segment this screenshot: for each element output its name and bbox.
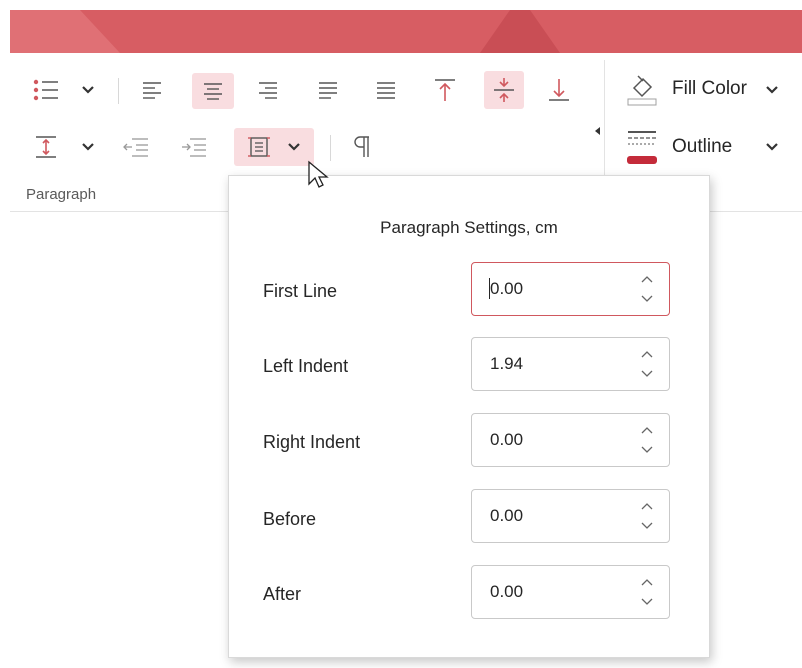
after-spinner[interactable]: 0.00 (471, 565, 670, 619)
line-spacing-dropdown[interactable] (80, 139, 96, 155)
mouse-pointer-icon (308, 160, 329, 188)
align-middle-button[interactable] (484, 71, 524, 109)
separator (330, 135, 331, 161)
bullet-list-icon (33, 79, 58, 101)
distribute-icon (377, 82, 395, 99)
show-formatting-button[interactable] (348, 134, 376, 160)
fill-color-button-icon[interactable] (624, 70, 660, 106)
left-indent-value[interactable]: 1.94 (490, 354, 523, 374)
decrease-indent-icon (123, 138, 148, 157)
spinner-arrows-icon[interactable] (639, 272, 655, 308)
popup-title: Paragraph Settings, cm (380, 218, 558, 237)
distribute-button[interactable] (374, 79, 398, 101)
spinner-arrows-icon[interactable] (639, 499, 655, 535)
first-line-label: First Line (263, 281, 338, 301)
left-indent-label: Left Indent (263, 356, 349, 376)
spinner-arrows-icon[interactable] (639, 575, 655, 611)
left-indent-spinner[interactable]: 1.94 (471, 337, 670, 391)
separator (118, 78, 119, 104)
outline-dropdown[interactable] (764, 139, 780, 155)
spinner-arrows-icon[interactable] (639, 347, 655, 383)
chevron-down-icon (288, 143, 300, 151)
line-spacing-button[interactable] (34, 134, 58, 160)
increase-indent-icon (182, 138, 206, 157)
outline-icon (627, 131, 657, 164)
align-bottom-button[interactable] (546, 76, 572, 104)
justify-icon (319, 82, 337, 99)
align-center-icon (204, 83, 222, 100)
paint-bucket-icon (627, 75, 657, 106)
before-spinner[interactable]: 0.00 (471, 489, 670, 543)
text-caret (489, 278, 490, 299)
paragraph-settings-popup: Paragraph Settings, cm First Line 0.00 L… (228, 175, 710, 658)
bullet-list-button[interactable] (32, 77, 60, 103)
align-left-icon (143, 82, 161, 99)
chevron-down-icon (766, 86, 778, 94)
align-top-icon (435, 79, 455, 101)
caret-left-icon (595, 127, 600, 135)
after-label: After (263, 584, 302, 604)
title-bar (10, 10, 802, 53)
align-top-button[interactable] (432, 76, 458, 104)
group-label-paragraph: Paragraph (26, 186, 97, 203)
after-value[interactable]: 0.00 (490, 582, 523, 602)
chevron-down-icon (82, 143, 94, 151)
right-indent-label: Right Indent (263, 432, 361, 452)
right-indent-spinner[interactable]: 0.00 (471, 413, 670, 467)
align-right-button[interactable] (256, 79, 280, 101)
pilcrow-icon (354, 136, 369, 157)
justify-button[interactable] (316, 79, 340, 101)
first-line-spinner[interactable]: 0.00 (471, 262, 670, 316)
align-middle-icon (494, 78, 514, 102)
paragraph-settings-icon (248, 137, 270, 157)
align-left-button[interactable] (140, 79, 164, 101)
bullet-list-dropdown[interactable] (80, 82, 96, 98)
align-center-button[interactable] (192, 73, 234, 109)
before-value[interactable]: 0.00 (490, 506, 523, 526)
before-label: Before (263, 509, 317, 529)
chevron-down-icon (766, 143, 778, 151)
titlebar-decoration (10, 10, 560, 53)
outline-label[interactable]: Outline (672, 136, 732, 158)
spinner-arrows-icon[interactable] (639, 423, 655, 459)
line-spacing-icon (36, 136, 56, 158)
chevron-down-icon (82, 86, 94, 94)
first-line-value[interactable]: 0.00 (490, 279, 523, 299)
group-expand-button[interactable] (594, 126, 602, 136)
outline-button-icon[interactable] (624, 126, 660, 166)
right-indent-value[interactable]: 0.00 (490, 430, 523, 450)
fill-color-dropdown[interactable] (764, 82, 780, 98)
decrease-indent-button[interactable] (122, 136, 150, 158)
align-bottom-icon (549, 79, 569, 101)
increase-indent-button[interactable] (180, 136, 208, 158)
align-right-icon (259, 82, 277, 99)
fill-color-label[interactable]: Fill Color (672, 78, 747, 100)
paragraph-settings-button[interactable] (234, 128, 314, 166)
